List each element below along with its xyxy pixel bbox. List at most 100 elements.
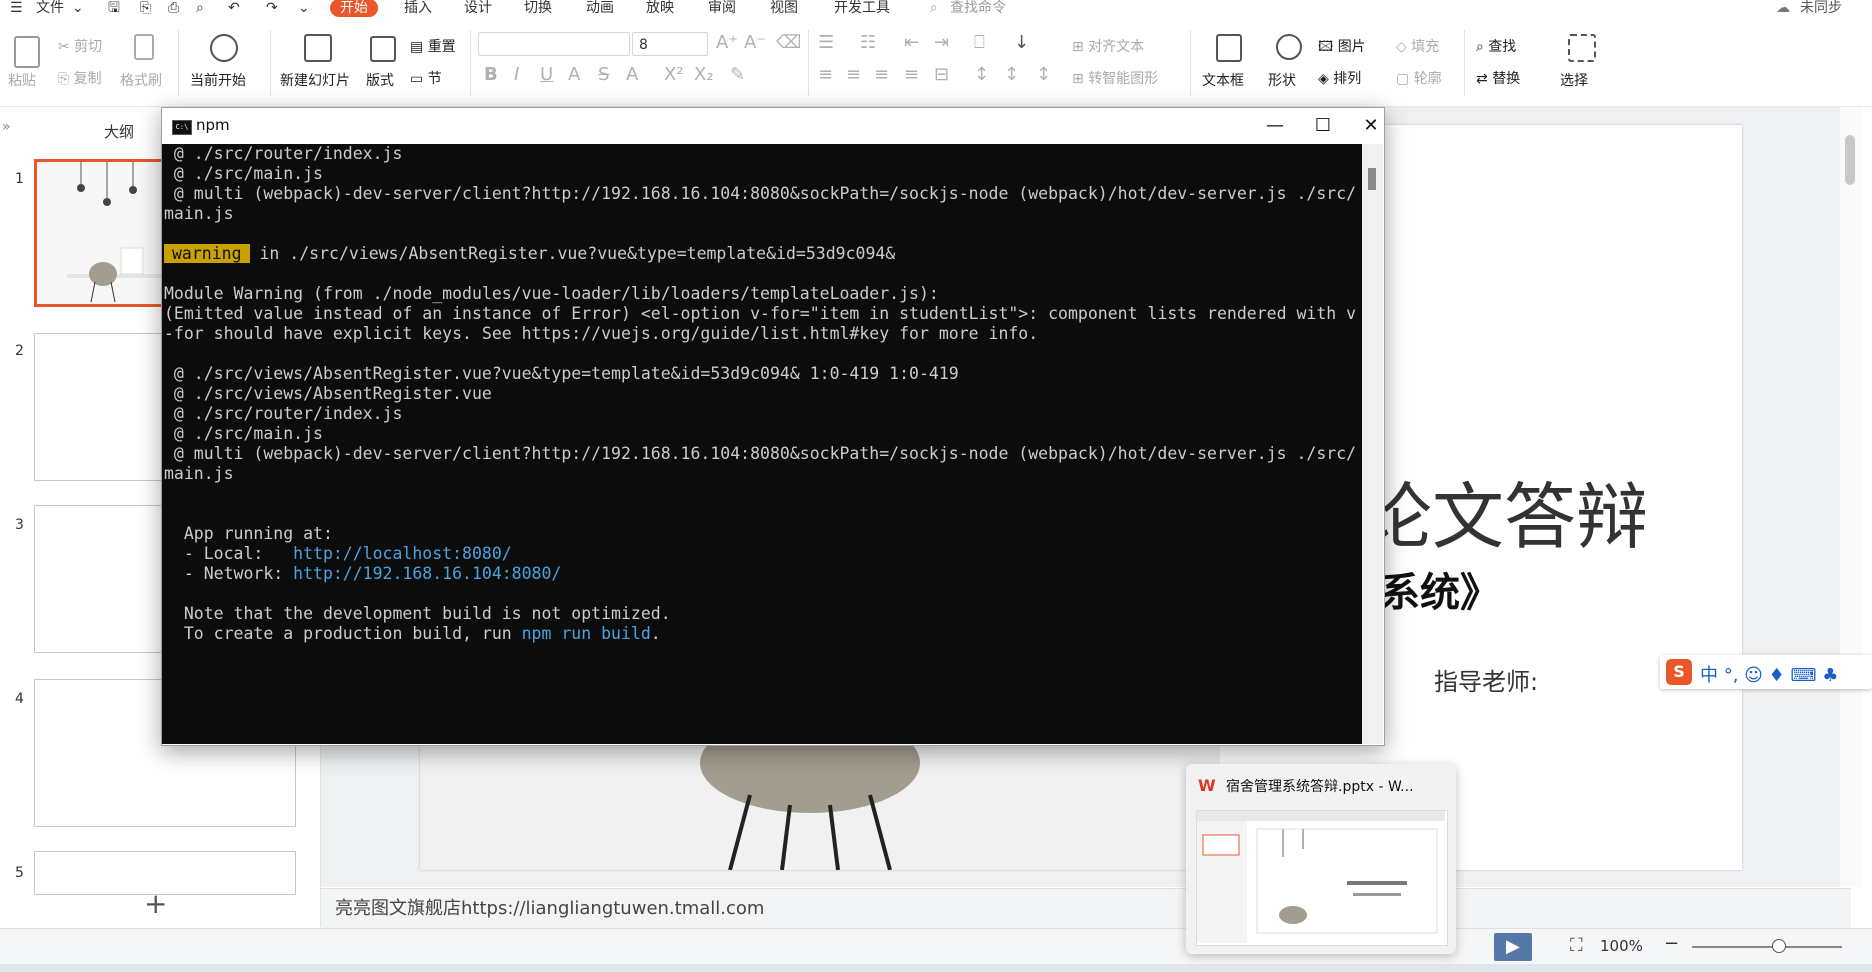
decrease-indent-icon[interactable]: ⇤ bbox=[904, 32, 919, 53]
font-name-select[interactable] bbox=[478, 32, 630, 56]
fill-button[interactable]: ◇ 填充 bbox=[1396, 36, 1439, 56]
justify-icon[interactable]: ≡ bbox=[904, 64, 919, 85]
select-button[interactable]: 选择 bbox=[1560, 70, 1588, 90]
export-icon[interactable]: ⎘ bbox=[140, 0, 151, 16]
copy-button[interactable]: ⎘ 复制 bbox=[58, 68, 102, 88]
network-url-link[interactable]: http://192.168.16.104:8080/ bbox=[293, 564, 561, 583]
align-center-icon[interactable]: ≡ bbox=[846, 64, 861, 85]
smart-shape-button[interactable]: ⊞ 转智能图形 bbox=[1072, 68, 1158, 88]
print-icon[interactable]: ⎙ bbox=[168, 0, 179, 16]
new-slide-button[interactable]: 新建幻灯片 bbox=[280, 70, 350, 90]
clear-format-icon[interactable]: ⌫ bbox=[776, 32, 801, 53]
zoom-out-icon[interactable]: − bbox=[1664, 933, 1679, 954]
strikethrough-icon[interactable]: S bbox=[598, 64, 609, 85]
text-direction-icon[interactable]: ⎕ bbox=[974, 32, 985, 53]
superscript-icon[interactable]: X² bbox=[664, 64, 684, 85]
reset-button[interactable]: ▤ 重置 bbox=[410, 36, 456, 56]
paragraph-spacing-icon[interactable]: ↕ bbox=[1004, 64, 1019, 85]
subscript-icon[interactable]: X₂ bbox=[694, 64, 714, 85]
tab-review[interactable]: 审阅 bbox=[708, 0, 736, 16]
tab-home[interactable]: 开始 bbox=[330, 0, 378, 17]
layout-button[interactable]: 版式 bbox=[366, 70, 394, 90]
section-button[interactable]: ▭ 节 bbox=[410, 68, 442, 88]
zoom-level[interactable]: 100% bbox=[1600, 937, 1643, 955]
sort-icon[interactable]: ↓ bbox=[1014, 32, 1029, 53]
redo-icon[interactable]: ↷ bbox=[266, 0, 278, 16]
undo-icon[interactable]: ↶ bbox=[228, 0, 240, 16]
close-button[interactable]: ✕ bbox=[1348, 112, 1394, 140]
chevron-down-icon[interactable]: ⌄ bbox=[298, 0, 310, 16]
add-slide-button[interactable]: + bbox=[144, 887, 167, 920]
terminal-window[interactable]: C:\ npm — ☐ ✕ @ ./src/router/index.js @ … bbox=[161, 107, 1385, 746]
terminal-scrollbar[interactable] bbox=[1362, 144, 1383, 744]
play-from-current-button[interactable]: 当前开始 bbox=[190, 70, 246, 90]
text-effect-icon[interactable]: A bbox=[568, 64, 580, 85]
play-icon[interactable] bbox=[210, 34, 238, 62]
select-icon[interactable] bbox=[1568, 34, 1596, 62]
chevron-down-icon[interactable]: ⌄ bbox=[72, 0, 84, 16]
align-text-button[interactable]: ⊞ 对齐文本 bbox=[1072, 36, 1144, 56]
taskbar-preview[interactable]: W 宿舍管理系统答辩.pptx - W... bbox=[1186, 764, 1456, 954]
cut-button[interactable]: ✂ 剪切 bbox=[58, 36, 102, 56]
sync-status[interactable]: 未同步 bbox=[1800, 0, 1842, 16]
new-slide-icon[interactable] bbox=[304, 34, 332, 62]
editor-scrollbar-thumb[interactable] bbox=[1845, 135, 1855, 185]
tab-view[interactable]: 视图 bbox=[770, 0, 798, 16]
play-slideshow-button[interactable]: ▶ bbox=[1494, 933, 1532, 961]
slide-title[interactable]: 论文答辩 bbox=[1360, 458, 1648, 563]
distribute-icon[interactable]: ⊟ bbox=[934, 64, 949, 85]
terminal-scrollbar-thumb[interactable] bbox=[1368, 168, 1376, 190]
shape-button[interactable]: 形状 bbox=[1268, 70, 1296, 90]
find-button[interactable]: ⌕ 查找 bbox=[1476, 36, 1516, 56]
ime-toolbar[interactable]: S 中 °, ☺ ♦ ⌨ ♣ bbox=[1660, 655, 1872, 689]
file-menu[interactable]: 文件 bbox=[36, 0, 64, 16]
arrange-button[interactable]: ◈ 排列 bbox=[1318, 68, 1361, 88]
bullet-list-icon[interactable]: ☰ bbox=[818, 32, 834, 53]
tab-insert[interactable]: 插入 bbox=[404, 0, 432, 16]
numbered-list-icon[interactable]: ☷ bbox=[860, 32, 876, 53]
align-right-icon[interactable]: ≡ bbox=[874, 64, 889, 85]
bold-icon[interactable]: B bbox=[484, 64, 498, 85]
spacing-icon[interactable]: ↕ bbox=[1036, 64, 1051, 85]
font-size-select[interactable]: 8 bbox=[632, 32, 708, 56]
line-spacing-icon[interactable]: ↕ bbox=[974, 64, 989, 85]
format-painter-icon[interactable] bbox=[134, 34, 154, 60]
format-painter-button[interactable]: 格式刷 bbox=[120, 70, 162, 90]
tab-developer[interactable]: 开发工具 bbox=[834, 0, 890, 16]
terminal-output[interactable]: @ ./src/router/index.js @ ./src/main.js … bbox=[162, 144, 1362, 744]
tab-slideshow[interactable]: 放映 bbox=[646, 0, 674, 16]
paste-button[interactable]: 粘贴 bbox=[8, 70, 36, 90]
collapse-icon[interactable]: » bbox=[2, 119, 11, 135]
underline-icon[interactable]: U bbox=[540, 64, 553, 85]
italic-icon[interactable]: I bbox=[514, 64, 519, 85]
maximize-button[interactable]: ☐ bbox=[1300, 112, 1346, 140]
increase-indent-icon[interactable]: ⇥ bbox=[934, 32, 949, 53]
notes-pane[interactable]: 亮亮图文旗舰店https://liangliangtuwen.tmall.com bbox=[321, 888, 1851, 929]
search-command[interactable]: 查找命令 bbox=[950, 0, 1006, 16]
textbox-icon[interactable] bbox=[1216, 34, 1242, 62]
tab-animations[interactable]: 动画 bbox=[586, 0, 614, 16]
fit-window-icon[interactable]: ⛶ bbox=[1570, 935, 1583, 956]
slide-teacher-label[interactable]: 指导老师: bbox=[1434, 662, 1538, 697]
tab-design[interactable]: 设计 bbox=[464, 0, 492, 16]
textbox-button[interactable]: 文本框 bbox=[1202, 70, 1244, 90]
decrease-font-icon[interactable]: A⁻ bbox=[744, 32, 766, 53]
save-icon[interactable]: 🖫 bbox=[108, 0, 120, 16]
align-left-icon[interactable]: ≡ bbox=[818, 64, 833, 85]
zoom-slider-handle[interactable] bbox=[1772, 939, 1786, 953]
tab-outline[interactable]: 大纲 bbox=[104, 121, 134, 142]
increase-font-icon[interactable]: A⁺ bbox=[716, 32, 738, 53]
picture-button[interactable]: 🖾 图片 bbox=[1318, 36, 1366, 60]
shape-icon[interactable] bbox=[1276, 34, 1302, 60]
terminal-titlebar[interactable]: C:\ npm — ☐ ✕ bbox=[162, 108, 1384, 144]
minimize-button[interactable]: — bbox=[1252, 112, 1298, 140]
paste-icon[interactable] bbox=[14, 36, 40, 68]
replace-button[interactable]: ⇄ 替换 bbox=[1476, 68, 1520, 88]
highlight-icon[interactable]: ✎ bbox=[730, 64, 745, 85]
outline-button[interactable]: ▢ 轮廓 bbox=[1396, 68, 1442, 88]
tab-transitions[interactable]: 切换 bbox=[524, 0, 552, 16]
cloud-icon[interactable]: ☁ bbox=[1776, 0, 1790, 16]
menu-icon[interactable]: ☰ bbox=[10, 0, 23, 16]
editor-scrollbar[interactable] bbox=[1840, 107, 1862, 887]
layout-icon[interactable] bbox=[370, 36, 396, 62]
